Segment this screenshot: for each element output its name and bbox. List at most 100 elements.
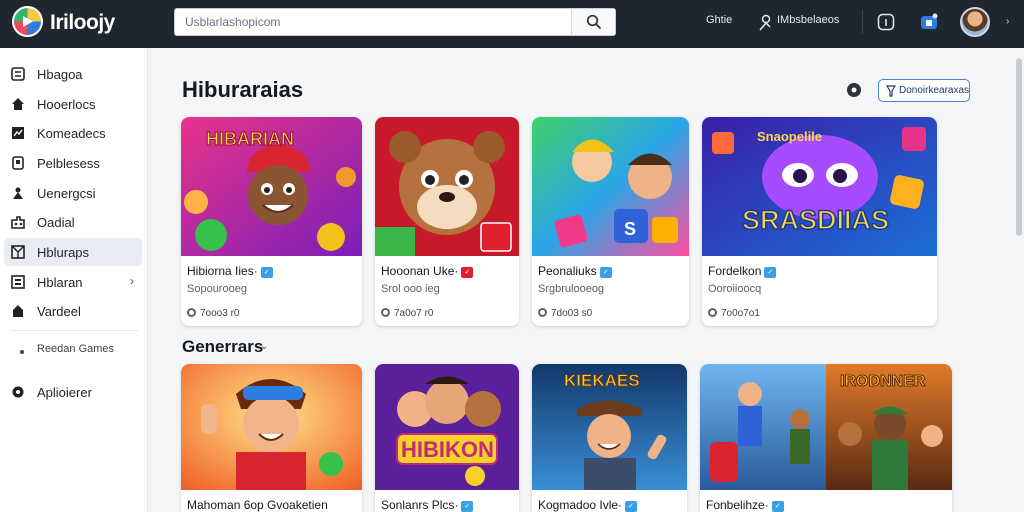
topbar-link-1[interactable]: Ghtie	[706, 14, 732, 26]
game-card[interactable]: IRODNNER Fonbelihze· ✓	[700, 364, 952, 512]
sidebar-item-label: Komeadecs	[37, 126, 106, 141]
sidebar-item-label: Hbluraps	[37, 245, 90, 260]
sidebar-item-1[interactable]: Hbagoa	[4, 60, 142, 88]
top-bar: Iriloojy Ghtie IMbsbelaeos ›	[0, 0, 1024, 48]
views-icon	[538, 308, 547, 317]
game-card[interactable]: Snaopelile SRASDIIAS Fordelkon ✓ Ooroiioo…	[702, 117, 937, 326]
section-title: Generrars	[182, 337, 264, 356]
sidebar-item-4[interactable]: Pelblesess	[4, 149, 142, 177]
game-title[interactable]: Peonaliuks ✓	[538, 264, 612, 278]
topbar-link-2[interactable]: IMbsbelaeos	[777, 14, 839, 26]
views-icon	[708, 308, 717, 317]
verified-badge: ✓	[461, 267, 474, 278]
verified-badge: ✓	[771, 501, 784, 512]
sidebar-item-2[interactable]: Hooerlocs	[4, 90, 142, 118]
verified-badge: ✓	[461, 501, 474, 512]
game-thumbnail: KIEKAES	[532, 364, 687, 490]
sidebar-divider	[10, 330, 138, 331]
home-icon	[12, 98, 24, 110]
verified-badge: ✓	[599, 267, 612, 278]
scrollbar[interactable]	[1016, 58, 1022, 236]
game-card[interactable]: HIBIKON Sonlanrs Plcs· ✓	[375, 364, 519, 512]
thumbnail-text: S	[624, 219, 636, 239]
sidebar-item-label: Pelblesess	[37, 156, 100, 171]
thumbnail-text: KIEKAES	[564, 371, 640, 390]
grid-icon	[11, 245, 25, 259]
views-icon	[381, 308, 390, 317]
sidebar-item-7[interactable]: Hbluraps	[4, 238, 142, 266]
game-subtitle: Srgbrulooeog	[538, 283, 605, 295]
game-subtitle: Sopourooeg	[187, 283, 247, 295]
settings-icon[interactable]	[846, 82, 862, 98]
avatar[interactable]	[960, 7, 990, 37]
game-card[interactable]: Mahoman 6op Gvoaketien	[181, 364, 362, 512]
page-title: Hiburaraias	[182, 77, 304, 102]
game-title[interactable]: Mahoman 6op Gvoaketien	[187, 498, 328, 512]
topbar-divider	[862, 10, 863, 34]
views-icon	[187, 308, 196, 317]
game-title[interactable]: Fonbelihze· ✓	[706, 498, 784, 512]
sidebar-item-label: Hbagoa	[37, 67, 83, 82]
game-title[interactable]: Kogmadoo Ivle· ✓	[538, 498, 637, 512]
game-thumbnail: Snaopelile SRASDIIAS	[702, 117, 937, 256]
user-icon[interactable]	[757, 13, 775, 31]
game-thumbnail: S	[532, 117, 689, 256]
svg-text:Snaopelile: Snaopelile	[757, 129, 822, 144]
game-card[interactable]: S Peonaliuks ✓ Srgbrulooeog 7do03 s0	[532, 117, 689, 326]
upload-icon	[13, 305, 23, 317]
sidebar-item-8[interactable]: Hblaran ›	[4, 268, 142, 296]
notification-icon[interactable]	[920, 13, 938, 31]
game-card[interactable]: HIBARIAN Hibiorna Iies· ✓ Sopourooeg 7ooo…	[181, 117, 362, 326]
chevron-down-icon[interactable]: ⌄	[260, 341, 268, 352]
sidebar-item-label: Aplioierer	[37, 385, 92, 400]
sidebar-item-5[interactable]: Uenergcsi	[4, 179, 142, 207]
game-thumbnail: HIBIKON	[375, 364, 519, 490]
chevron-down-icon[interactable]: ›	[1006, 16, 1009, 27]
search-icon	[586, 14, 602, 30]
info-icon[interactable]	[877, 13, 895, 31]
verified-badge: ✓	[260, 267, 273, 278]
chevron-right-icon[interactable]: ›	[130, 274, 134, 288]
thumbnail-text: HIBARIAN	[206, 129, 294, 149]
sidebar-sub-item[interactable]: Reedan Games	[37, 342, 117, 356]
verified-badge: ✓	[764, 267, 777, 278]
search-input[interactable]	[175, 9, 571, 35]
game-card[interactable]: Hooonan Uke· ✓ Srol ooo ieg 7a0o7 r0	[375, 117, 519, 326]
filter-label: Donoirkearaxas	[899, 85, 970, 96]
game-subtitle: Srol ooo ieg	[381, 283, 440, 295]
sidebar-item-label: Uenergcsi	[37, 186, 96, 201]
thumbnail-text: HIBIKON	[401, 437, 494, 462]
game-thumbnail	[375, 117, 519, 256]
library-icon	[11, 67, 25, 81]
sidebar-item-label: Hooerlocs	[37, 97, 96, 112]
thumbnail-text: IRODNNER	[840, 373, 926, 390]
sidebar-item-label: Vardeel	[37, 304, 81, 319]
sidebar-item-6[interactable]: Oadial	[4, 208, 142, 236]
game-thumbnail	[181, 364, 362, 490]
game-stat: 7do03 s0	[538, 308, 592, 319]
sidebar-item-settings[interactable]: Aplioierer	[4, 378, 142, 406]
game-title[interactable]: Hibiorna Iies· ✓	[187, 264, 273, 278]
game-thumbnail: HIBARIAN	[181, 117, 362, 256]
sidebar-item-3[interactable]: Komeadecs	[4, 119, 142, 147]
thumbnail-text: SRASDIIAS	[742, 205, 889, 235]
search-button[interactable]	[571, 9, 615, 35]
sidebar-item-9[interactable]: Vardeel	[4, 297, 142, 325]
game-card[interactable]: KIEKAES Kogmadoo Ivle· ✓	[532, 364, 687, 512]
game-title[interactable]: Fordelkon ✓	[708, 264, 777, 278]
filter-icon	[886, 85, 896, 97]
bookmark-icon	[12, 156, 24, 170]
play-logo-icon[interactable]	[12, 6, 43, 37]
sidebar-item-label: Oadial	[37, 215, 75, 230]
person-icon	[13, 187, 23, 199]
verified-badge: ✓	[625, 501, 637, 512]
filter-button[interactable]: Donoirkearaxas	[878, 79, 970, 102]
app-title[interactable]: Iriloojy	[50, 11, 115, 35]
game-title[interactable]: Hooonan Uke· ✓	[381, 264, 474, 278]
bullet-icon	[20, 350, 24, 354]
controller-icon	[11, 216, 25, 229]
gear-icon	[12, 386, 24, 398]
list-icon	[11, 275, 25, 289]
game-title[interactable]: Sonlanrs Plcs· ✓	[381, 498, 474, 512]
chart-icon	[12, 127, 24, 139]
